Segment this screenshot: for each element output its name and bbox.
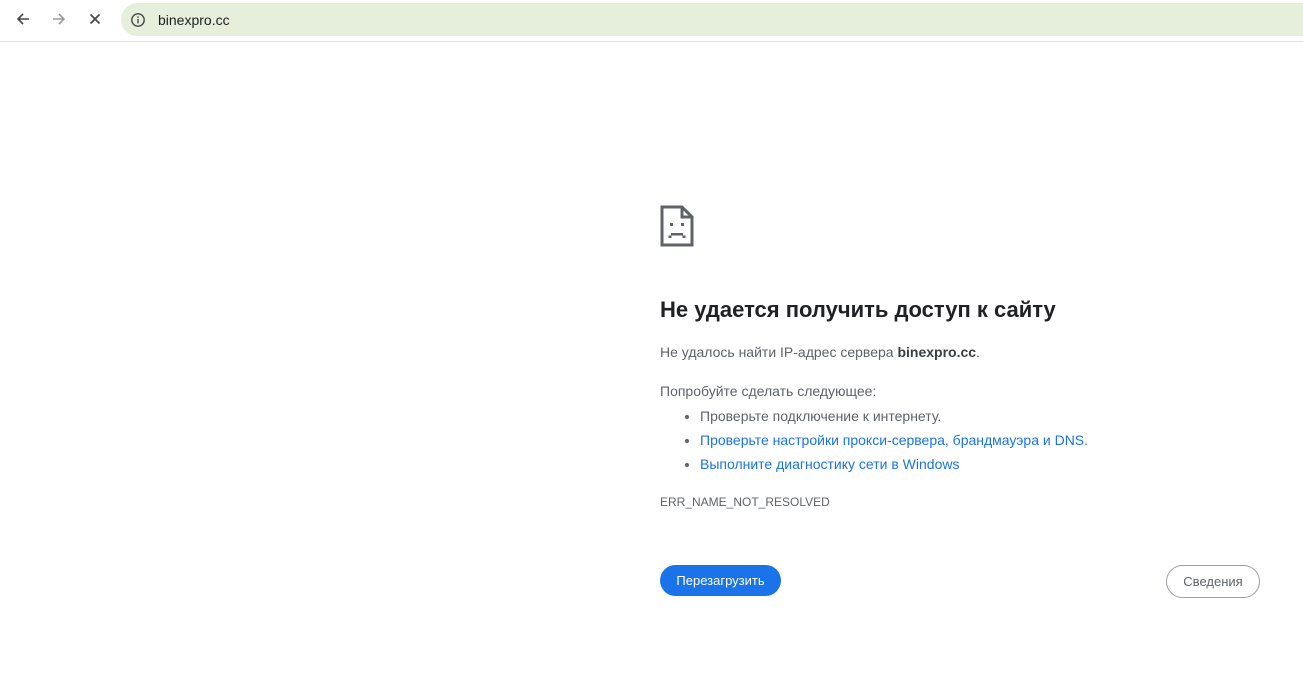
suggestion-network-diagnostics: Выполните диагностику сети в Windows xyxy=(700,452,1088,476)
stop-loading-button[interactable] xyxy=(80,5,110,33)
details-button[interactable]: Сведения xyxy=(1166,565,1260,598)
info-icon[interactable] xyxy=(130,12,146,28)
close-icon xyxy=(89,13,101,25)
forward-button[interactable] xyxy=(44,5,74,33)
network-diagnostics-link[interactable]: Выполните диагностику сети в Windows xyxy=(700,456,959,472)
error-page: Не удается получить доступ к сайту Не уд… xyxy=(660,205,1260,598)
suggestions-list: Проверьте подключение к интернету. Прове… xyxy=(660,404,1088,476)
check-proxy-link[interactable]: Проверьте настройки прокси-сервера, бран… xyxy=(700,432,1088,448)
forward-arrow-icon xyxy=(53,13,66,25)
error-code: ERR_NAME_NOT_RESOLVED xyxy=(660,495,830,509)
suggestion-check-proxy: Проверьте настройки прокси-сервера, бран… xyxy=(700,428,1088,452)
error-host: binexpro.cc xyxy=(897,344,977,360)
error-description: Не удалось найти IP-адрес сервера binexp… xyxy=(660,344,980,360)
address-bar[interactable]: binexpro.cc xyxy=(121,3,1303,36)
error-title: Не удается получить доступ к сайту xyxy=(660,297,1056,322)
url-text[interactable]: binexpro.cc xyxy=(158,12,230,28)
suggestions-heading: Попробуйте сделать следующее: xyxy=(660,383,877,399)
back-button[interactable] xyxy=(8,5,38,33)
reload-button[interactable]: Перезагрузить xyxy=(660,565,781,596)
suggestion-check-connection: Проверьте подключение к интернету. xyxy=(700,404,1088,428)
back-arrow-icon xyxy=(16,13,29,25)
browser-toolbar: binexpro.cc xyxy=(0,0,1303,42)
sad-document-icon xyxy=(660,205,694,247)
